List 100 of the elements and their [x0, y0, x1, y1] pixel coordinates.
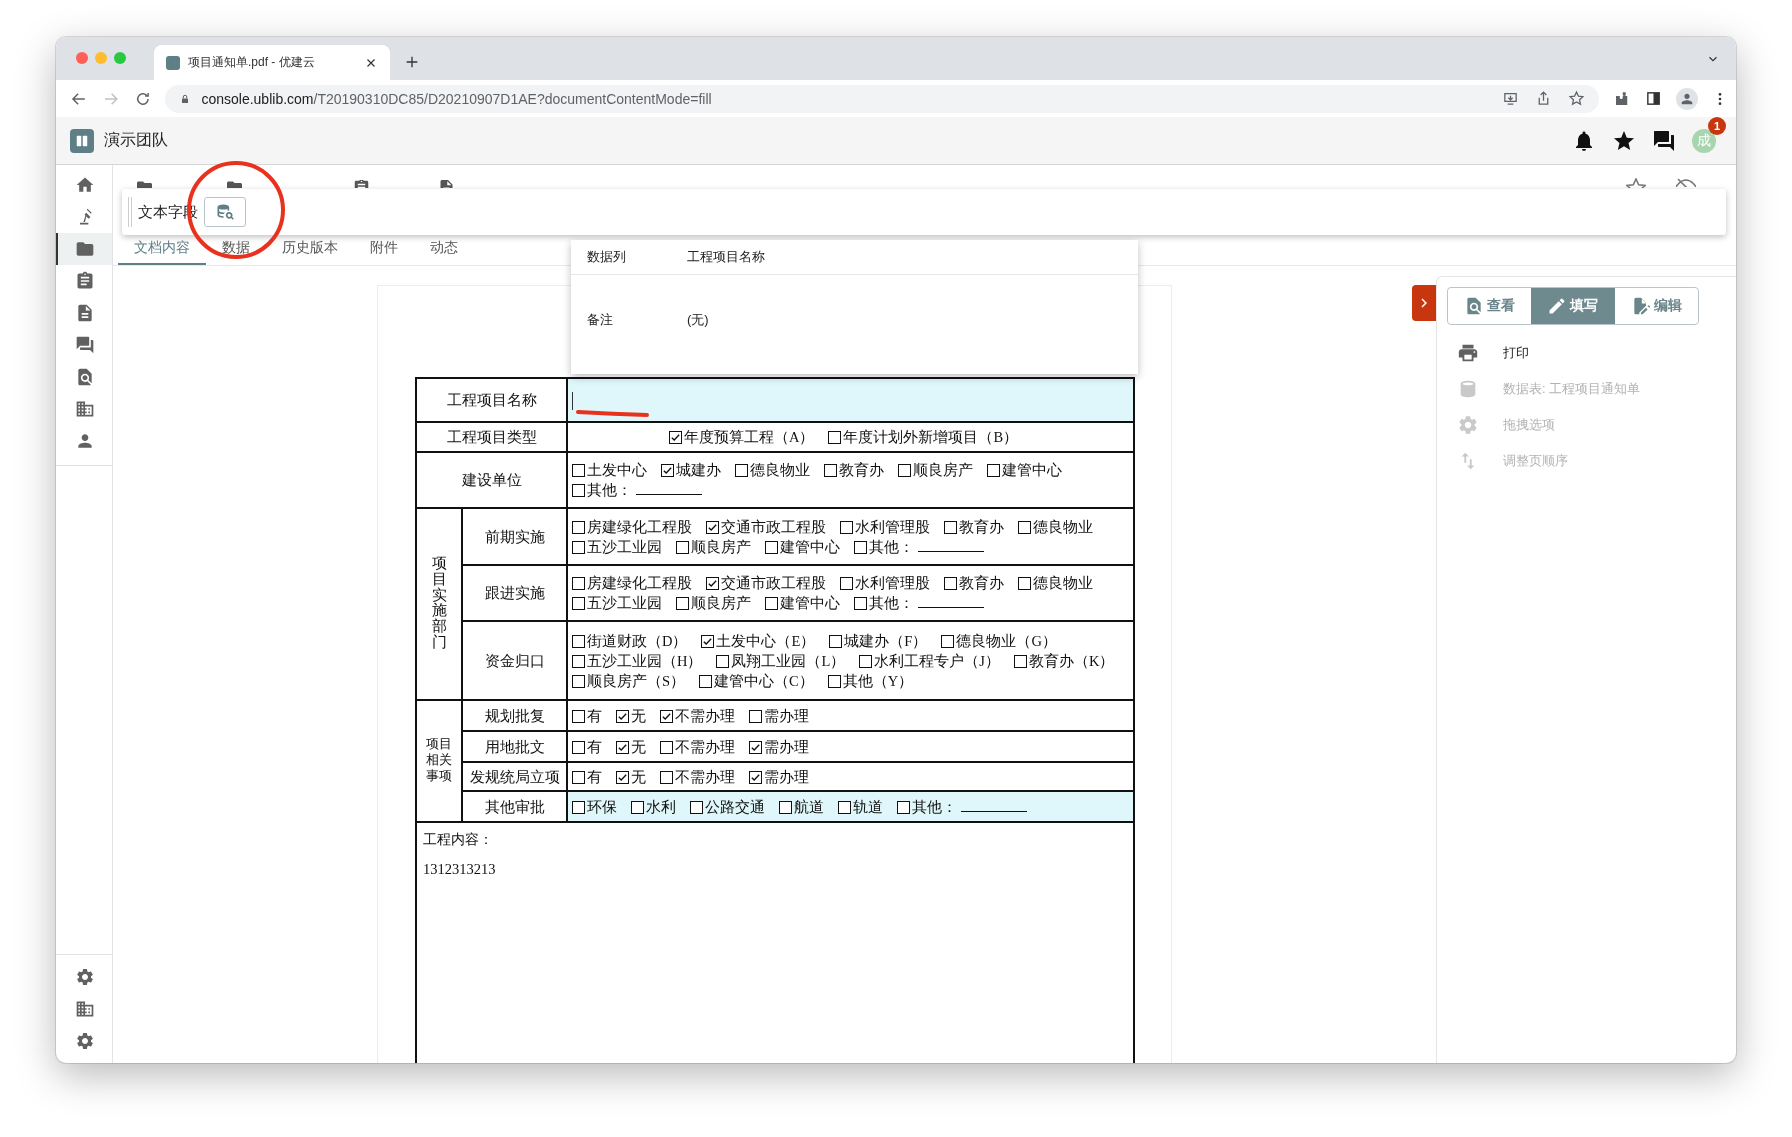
- checkbox[interactable]: [897, 800, 910, 814]
- checkbox[interactable]: [765, 540, 778, 554]
- tab[interactable]: 数据: [206, 238, 266, 265]
- checkbox[interactable]: [749, 770, 762, 784]
- checkbox[interactable]: [616, 770, 629, 784]
- checkbox[interactable]: [827, 674, 841, 688]
- checkbox[interactable]: [660, 740, 673, 754]
- field-label: 规划批复: [484, 707, 545, 724]
- checkbox[interactable]: [660, 709, 673, 723]
- checkbox[interactable]: [987, 464, 1000, 477]
- address-field[interactable]: console.ublib.com/T20190310DC85/D20210907D1AE?documentContentMode=fill: [165, 84, 1599, 113]
- mode-tab[interactable]: 填写: [1531, 288, 1615, 324]
- checkbox[interactable]: [716, 654, 730, 668]
- new-tab-icon[interactable]: [404, 54, 420, 70]
- checkbox[interactable]: [706, 577, 719, 590]
- tab[interactable]: 附件: [354, 238, 414, 265]
- building-icon: [75, 399, 95, 419]
- favorite-star-icon[interactable]: [1626, 178, 1646, 188]
- checkbox[interactable]: [941, 634, 955, 648]
- option-label: 顺良房产: [691, 538, 751, 555]
- checkbox[interactable]: [706, 520, 719, 534]
- checkbox[interactable]: [944, 520, 957, 534]
- checkbox[interactable]: [1018, 577, 1031, 590]
- text-cursor: [572, 392, 573, 411]
- collapse-panel-button[interactable]: [1412, 285, 1436, 321]
- folder-icon: [137, 180, 152, 188]
- checkbox[interactable]: [779, 800, 792, 814]
- mode-tab[interactable]: 编辑: [1614, 288, 1698, 324]
- checkbox[interactable]: [1014, 654, 1027, 668]
- checkbox[interactable]: [572, 520, 585, 534]
- checkbox[interactable]: [840, 577, 853, 590]
- tab[interactable]: 文档内容: [118, 238, 206, 265]
- popup-value: (无): [687, 311, 709, 329]
- checkbox[interactable]: [824, 464, 837, 477]
- field-label: 发规统局立项: [469, 768, 560, 785]
- checkbox[interactable]: [572, 709, 585, 723]
- checkbox[interactable]: [572, 597, 585, 610]
- profile-button[interactable]: [1676, 87, 1698, 110]
- mode-tab[interactable]: 查看: [1448, 288, 1532, 324]
- checkbox[interactable]: [661, 464, 674, 477]
- field-label: 工程项目类型: [446, 429, 537, 445]
- checkbox[interactable]: [572, 740, 585, 754]
- building-icon[interactable]: [75, 999, 95, 1019]
- option-label: 需办理: [764, 738, 809, 755]
- checkbox[interactable]: [944, 577, 957, 590]
- install-icon[interactable]: [1502, 90, 1519, 107]
- checkbox[interactable]: [572, 654, 585, 668]
- chat-icon[interactable]: [1652, 128, 1676, 153]
- menu-item[interactable]: 打印: [1447, 337, 1736, 369]
- option-label: 不需办理: [675, 768, 735, 785]
- checkbox[interactable]: [631, 800, 644, 814]
- checkbox[interactable]: [668, 431, 682, 444]
- option-label: 德良物业: [1033, 575, 1093, 591]
- checkbox[interactable]: [1018, 520, 1031, 534]
- sidebar-item[interactable]: [56, 233, 112, 265]
- site-favicon-icon: [166, 55, 180, 70]
- checkbox[interactable]: [660, 770, 673, 784]
- checkbox[interactable]: [690, 800, 703, 814]
- checkbox[interactable]: [765, 597, 778, 610]
- checkbox[interactable]: [701, 634, 715, 648]
- checkbox[interactable]: [572, 674, 585, 688]
- checkbox[interactable]: [676, 597, 689, 610]
- checkbox[interactable]: [854, 540, 867, 554]
- checkbox[interactable]: [828, 431, 842, 444]
- checkbox[interactable]: [854, 597, 867, 610]
- settings-icon[interactable]: [75, 1031, 95, 1051]
- option-label: 水利管理股: [855, 575, 930, 591]
- browser-tab[interactable]: 项目通知单.pdf - 优建云: [154, 45, 390, 80]
- checkbox[interactable]: [749, 740, 762, 754]
- checkbox[interactable]: [840, 520, 853, 534]
- checkbox[interactable]: [572, 770, 585, 784]
- checkbox[interactable]: [572, 484, 585, 497]
- document-search-icon: [75, 367, 95, 387]
- checkbox[interactable]: [735, 464, 748, 477]
- data-lookup-button[interactable]: [204, 197, 246, 227]
- checkbox[interactable]: [829, 634, 843, 648]
- checkbox[interactable]: [572, 800, 585, 814]
- checkbox[interactable]: [749, 709, 762, 723]
- checkbox[interactable]: [898, 464, 911, 477]
- checkbox[interactable]: [572, 634, 585, 648]
- checkbox[interactable]: [859, 654, 873, 668]
- checkbox[interactable]: [676, 540, 689, 554]
- option-label: 德良物业（G）: [956, 632, 1057, 649]
- checkbox[interactable]: [616, 740, 629, 754]
- checkbox[interactable]: [572, 577, 585, 590]
- side-panel-icon[interactable]: [1645, 90, 1662, 107]
- option-label: 建管中心: [780, 595, 840, 611]
- checkbox[interactable]: [838, 800, 851, 814]
- tab[interactable]: 动态: [414, 238, 474, 265]
- option-label: 凤翔工业园（L）: [731, 652, 846, 669]
- bookmark-star-icon[interactable]: [1568, 90, 1585, 107]
- checkbox[interactable]: [699, 674, 713, 688]
- option-label: 不需办理: [675, 707, 735, 724]
- checkbox[interactable]: [572, 540, 585, 554]
- drag-handle[interactable]: [128, 197, 132, 227]
- input-field[interactable]: [567, 378, 1134, 422]
- settings-icon[interactable]: [75, 967, 95, 987]
- tab[interactable]: 历史版本: [266, 238, 354, 265]
- checkbox[interactable]: [572, 464, 585, 477]
- checkbox[interactable]: [616, 709, 629, 723]
